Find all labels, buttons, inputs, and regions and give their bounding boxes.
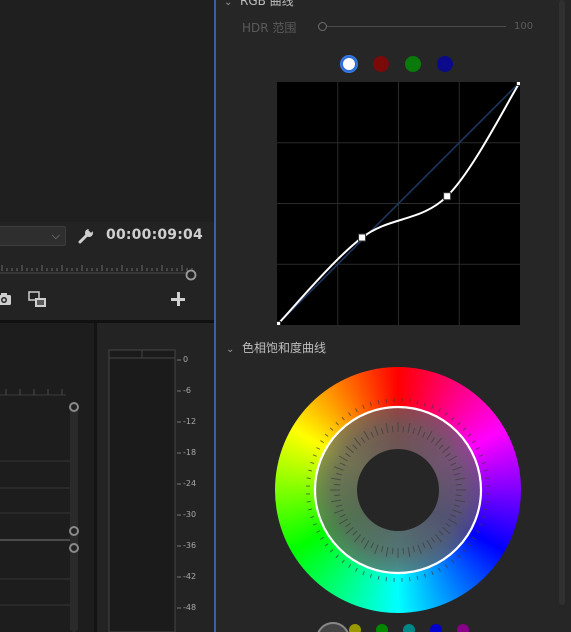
scroll-handle-bottom[interactable]: [69, 526, 79, 536]
db-scale-label: -36: [183, 541, 197, 550]
channel-green-button[interactable]: [405, 56, 421, 72]
curve-control-point[interactable]: [273, 321, 281, 329]
db-scale-label: -6: [183, 386, 191, 395]
scroll-handle-top[interactable]: [69, 402, 79, 412]
left-panel: ⌵ 00:00:09:04 0 -6 -12 -18 -24 -30 -36 -…: [0, 0, 214, 632]
hue-saturation-title: 色相饱和度曲线: [242, 341, 327, 355]
hdr-range-slider[interactable]: [318, 22, 508, 32]
chevron-down-icon: ⌄: [224, 0, 233, 8]
panel-scrollbar[interactable]: [559, 0, 565, 605]
db-scale-label: -42: [183, 572, 197, 581]
export-frame-camera-icon[interactable]: [0, 291, 12, 307]
db-scale-label: 0: [183, 355, 189, 364]
db-scale-label: -24: [183, 479, 197, 488]
db-scale-label: -30: [183, 510, 197, 519]
wrench-settings-icon[interactable]: [77, 227, 95, 245]
scroll-handle-secondary[interactable]: [69, 543, 79, 553]
hue-curve-swatch[interactable]: [376, 624, 388, 632]
curve-control-point[interactable]: [516, 78, 524, 86]
hue-saturation-wheel[interactable]: [275, 367, 521, 613]
rgb-curve-graph[interactable]: [273, 78, 524, 329]
hdr-slider-knob[interactable]: [318, 22, 327, 31]
hdr-slider-track[interactable]: [324, 26, 506, 27]
chevron-down-icon: ⌵: [51, 229, 60, 242]
monitor-time-ruler[interactable]: [0, 252, 200, 282]
audio-meter: 0 -6 -12 -18 -24 -30 -36 -42 -48: [97, 323, 214, 632]
chevron-down-icon: ⌄: [226, 344, 235, 355]
playback-resolution-dropdown[interactable]: ⌵: [0, 226, 66, 246]
hue-curve-swatches: [316, 622, 476, 632]
button-editor-add-icon[interactable]: [171, 292, 185, 306]
hue-saturation-curves-header[interactable]: ⌄ 色相饱和度曲线: [216, 339, 326, 356]
hue-curve-swatch[interactable]: [457, 624, 469, 632]
hdr-range-label: HDR 范围: [242, 21, 297, 35]
db-scale-label: -48: [183, 603, 197, 612]
timeline-tracks[interactable]: [0, 323, 94, 632]
timeline-vertical-scrollbar[interactable]: [69, 402, 79, 632]
channel-red-button[interactable]: [373, 56, 389, 72]
curve-control-point[interactable]: [358, 233, 367, 242]
channel-white-button[interactable]: [341, 56, 357, 72]
curve-control-point[interactable]: [443, 192, 452, 201]
db-scale-label: -12: [183, 417, 197, 426]
channel-blue-button[interactable]: [437, 56, 453, 72]
hue-wheel-center: [357, 449, 439, 531]
rgb-curves-header[interactable]: ⌄ RGB 曲线: [216, 0, 294, 9]
playhead-timecode[interactable]: 00:00:09:04: [106, 227, 203, 243]
lumetri-color-panel: ⌄ RGB 曲线 HDR 范围 100 ⌄ 色相饱和度曲线: [216, 0, 571, 632]
hue-curve-swatch[interactable]: [316, 622, 350, 632]
hdr-range-value[interactable]: 100: [514, 21, 533, 32]
hue-curve-swatch[interactable]: [403, 624, 415, 632]
db-scale-label: -18: [183, 448, 197, 457]
hue-curve-swatch[interactable]: [430, 624, 442, 632]
program-monitor-viewer: [0, 0, 214, 222]
comparison-view-icon[interactable]: [28, 291, 48, 308]
rgb-curves-title: RGB 曲线: [240, 0, 294, 8]
hue-curve-swatch[interactable]: [349, 624, 361, 632]
